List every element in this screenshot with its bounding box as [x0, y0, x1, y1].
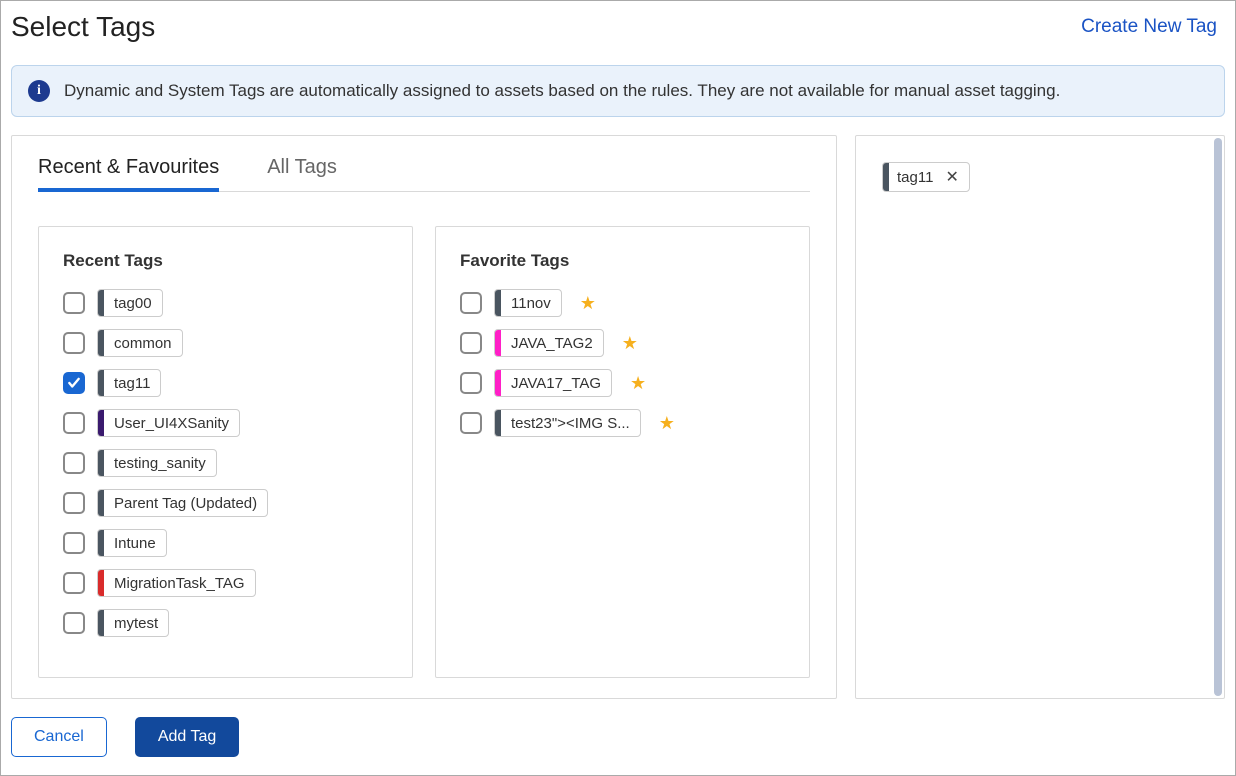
- recent-tag-row: testing_sanity: [63, 449, 388, 477]
- tag-checkbox[interactable]: [63, 372, 85, 394]
- tag-chip[interactable]: test23"><IMG S...: [494, 409, 641, 437]
- cancel-button[interactable]: Cancel: [11, 717, 107, 757]
- scrollbar[interactable]: [1214, 138, 1222, 696]
- recent-tag-row: Parent Tag (Updated): [63, 489, 388, 517]
- tag-checkbox[interactable]: [63, 332, 85, 354]
- tag-label: JAVA17_TAG: [501, 375, 611, 392]
- recent-tag-row: Intune: [63, 529, 388, 557]
- tag-checkbox[interactable]: [460, 372, 482, 394]
- recent-tag-row: tag00: [63, 289, 388, 317]
- recent-tag-row: common: [63, 329, 388, 357]
- tag-checkbox[interactable]: [460, 332, 482, 354]
- tag-label: testing_sanity: [104, 455, 216, 472]
- favorite-tag-row: test23"><IMG S... ★: [460, 409, 785, 437]
- favorite-tags-title: Favorite Tags: [460, 251, 785, 271]
- favorite-tag-row: JAVA_TAG2 ★: [460, 329, 785, 357]
- tag-checkbox[interactable]: [460, 292, 482, 314]
- remove-tag-icon[interactable]: ✕: [941, 167, 968, 187]
- tag-chip[interactable]: tag11: [97, 369, 161, 397]
- tab-recent-favourites[interactable]: Recent & Favourites: [38, 156, 219, 191]
- add-tag-button[interactable]: Add Tag: [135, 717, 239, 757]
- tab-all-tags[interactable]: All Tags: [267, 156, 337, 191]
- info-text: Dynamic and System Tags are automaticall…: [64, 81, 1060, 101]
- tag-chip[interactable]: Parent Tag (Updated): [97, 489, 268, 517]
- tag-chip[interactable]: User_UI4XSanity: [97, 409, 240, 437]
- tag-chip[interactable]: JAVA_TAG2: [494, 329, 604, 357]
- tag-chip[interactable]: testing_sanity: [97, 449, 217, 477]
- star-icon[interactable]: ★: [580, 293, 596, 314]
- tag-checkbox[interactable]: [63, 412, 85, 434]
- tag-label: 11nov: [501, 295, 561, 312]
- tags-panel: Recent & Favourites All Tags Recent Tags…: [11, 135, 837, 699]
- recent-tag-row: mytest: [63, 609, 388, 637]
- recent-tags-box: Recent Tags tag00 common tag11 User_UI4XSan…: [38, 226, 413, 678]
- recent-tag-row: MigrationTask_TAG: [63, 569, 388, 597]
- selected-tag-chip: tag11✕: [882, 162, 970, 192]
- tag-label: common: [104, 335, 182, 352]
- tag-label: tag00: [104, 295, 162, 312]
- favorite-tag-row: 11nov ★: [460, 289, 785, 317]
- create-new-tag-link[interactable]: Create New Tag: [1081, 16, 1217, 38]
- tag-label: Parent Tag (Updated): [104, 495, 267, 512]
- tag-label: mytest: [104, 615, 168, 632]
- tag-chip[interactable]: mytest: [97, 609, 169, 637]
- tag-label: JAVA_TAG2: [501, 335, 603, 352]
- tag-checkbox[interactable]: [63, 572, 85, 594]
- tag-checkbox[interactable]: [460, 412, 482, 434]
- tag-chip[interactable]: common: [97, 329, 183, 357]
- tag-checkbox[interactable]: [63, 492, 85, 514]
- tag-chip[interactable]: Intune: [97, 529, 167, 557]
- info-icon: i: [28, 80, 50, 102]
- tag-label: MigrationTask_TAG: [104, 575, 255, 592]
- favorite-tag-row: JAVA17_TAG ★: [460, 369, 785, 397]
- tag-checkbox[interactable]: [63, 452, 85, 474]
- tag-label: test23"><IMG S...: [501, 415, 640, 432]
- info-banner: i Dynamic and System Tags are automatica…: [11, 65, 1225, 117]
- recent-tag-row: tag11: [63, 369, 388, 397]
- selected-tags-panel: tag11✕: [855, 135, 1225, 699]
- tag-chip[interactable]: tag00: [97, 289, 163, 317]
- tag-label: tag11: [889, 169, 941, 186]
- tag-label: Intune: [104, 535, 166, 552]
- tag-checkbox[interactable]: [63, 292, 85, 314]
- tag-checkbox[interactable]: [63, 612, 85, 634]
- recent-tags-title: Recent Tags: [63, 251, 388, 271]
- tag-chip[interactable]: JAVA17_TAG: [494, 369, 612, 397]
- star-icon[interactable]: ★: [630, 373, 646, 394]
- dialog-title: Select Tags: [11, 11, 155, 43]
- tag-label: User_UI4XSanity: [104, 415, 239, 432]
- tag-label: tag11: [104, 375, 160, 392]
- recent-tag-row: User_UI4XSanity: [63, 409, 388, 437]
- star-icon[interactable]: ★: [659, 413, 675, 434]
- tag-chip[interactable]: MigrationTask_TAG: [97, 569, 256, 597]
- star-icon[interactable]: ★: [622, 333, 638, 354]
- tag-chip[interactable]: 11nov: [494, 289, 562, 317]
- tag-checkbox[interactable]: [63, 532, 85, 554]
- favorite-tags-box: Favorite Tags 11nov★JAVA_TAG2★JAVA17_TAG…: [435, 226, 810, 678]
